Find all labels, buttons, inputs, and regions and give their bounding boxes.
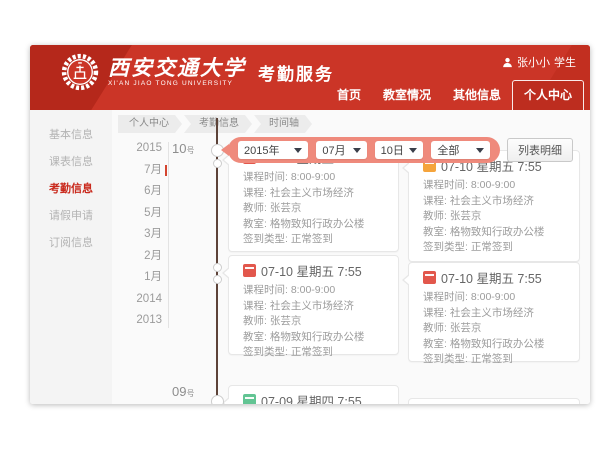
timeline-node <box>211 395 224 404</box>
teacher-field: 教师: 张芸京 <box>243 201 388 217</box>
nav-home[interactable]: 首页 <box>326 81 372 110</box>
year-2014[interactable]: 2014 <box>120 289 162 311</box>
year-2015[interactable]: 2015 <box>120 138 162 160</box>
attendance-card-partial <box>408 398 580 404</box>
user-role: 学生 <box>554 54 576 70</box>
chevron-down-icon <box>353 148 361 157</box>
timeline-node <box>213 159 222 168</box>
course-time-field: 课程时间: 8:00-9:00 <box>423 178 569 194</box>
month-may[interactable]: 5月 <box>120 203 162 225</box>
month-march[interactable]: 3月 <box>120 224 162 246</box>
month-select[interactable]: 07月 <box>316 141 366 159</box>
sidebar-item-attendance-info[interactable]: 考勤信息 <box>30 176 112 203</box>
course-time-field: 课程时间: 8:00-9:00 <box>423 290 569 306</box>
teacher-field: 教师: 张芸京 <box>423 209 569 225</box>
signin-status-icon <box>243 264 256 277</box>
date-filter-bar: 2015年 07月 10日 全部 <box>228 137 500 163</box>
attendance-card: 07-10 星期五 7:55 课程时间: 8:00-9:00 课程: 社会主义市… <box>228 255 399 355</box>
course-field: 课程: 社会主义市场经济 <box>423 306 569 322</box>
year-2013[interactable]: 2013 <box>120 310 162 332</box>
month-june[interactable]: 6月 <box>120 181 162 203</box>
main-area: 个人中心 考勤信息 时间轴 2015 7月 6月 5月 3月 2月 1月 201… <box>112 110 590 404</box>
breadcrumb-personal-center[interactable]: 个人中心 <box>118 115 182 133</box>
attendance-card: 07-10 星期五 7:55 课程时间: 8:00-9:00 课程: 社会主义市… <box>408 262 580 362</box>
room-field: 教室: 格物致知行政办公楼 <box>423 225 569 241</box>
timeline-node <box>213 275 222 284</box>
university-brand: 西安交通大学 XI'AN JIAO TONG UNIVERSITY 考勤服务 <box>60 52 334 92</box>
attendance-card: 07-09 星期四 7:55 课程时间: 8:00-9:00 <box>228 385 399 404</box>
university-name-cn: 西安交通大学 <box>108 57 246 79</box>
sidebar-item-subscription-info[interactable]: 订阅信息 <box>30 230 112 257</box>
sidebar-item-basic-info[interactable]: 基本信息 <box>30 122 112 149</box>
course-field: 课程: 社会主义市场经济 <box>423 194 569 210</box>
card-date: 07-10 星期五 7:55 <box>441 268 542 287</box>
sign-type-field: 签到类型: 正常签到 <box>243 345 388 361</box>
sign-type-field: 签到类型: 正常签到 <box>423 352 569 368</box>
app-title: 考勤服务 <box>258 60 334 85</box>
sign-type-field: 签到类型: 正常签到 <box>423 240 569 256</box>
person-icon <box>502 57 513 68</box>
attendance-card: 07-10 星期五 7:55 课程时间: 8:00-9:00 课程: 社会主义市… <box>408 150 580 262</box>
room-field: 教室: 格物致知行政办公楼 <box>243 217 388 233</box>
day-label-10: 10号 <box>172 141 194 156</box>
timeline-node <box>213 263 222 272</box>
room-field: 教室: 格物致知行政办公楼 <box>243 330 388 346</box>
year-select[interactable]: 2015年 <box>238 141 308 159</box>
room-field: 教室: 格物致知行政办公楼 <box>423 337 569 353</box>
signin-status-icon <box>423 271 436 284</box>
app-window: 西安交通大学 XI'AN JIAO TONG UNIVERSITY 考勤服务 张… <box>30 45 590 404</box>
nav-other-info[interactable]: 其他信息 <box>442 81 512 110</box>
sidebar-item-schedule-info[interactable]: 课表信息 <box>30 149 112 176</box>
nav-classrooms[interactable]: 教室情况 <box>372 81 442 110</box>
sign-type-field: 签到类型: 正常签到 <box>243 232 388 248</box>
user-info[interactable]: 张小小 学生 <box>502 54 576 70</box>
breadcrumb-attendance-info[interactable]: 考勤信息 <box>184 115 252 133</box>
course-field: 课程: 社会主义市场经济 <box>243 299 388 315</box>
teacher-field: 教师: 张芸京 <box>423 321 569 337</box>
nav-personal-center[interactable]: 个人中心 <box>512 80 584 110</box>
course-field: 课程: 社会主义市场经济 <box>243 186 388 202</box>
year-nav-divider <box>168 142 169 328</box>
day-select[interactable]: 10日 <box>375 141 424 159</box>
app-header: 西安交通大学 XI'AN JIAO TONG UNIVERSITY 考勤服务 张… <box>30 45 590 110</box>
month-february[interactable]: 2月 <box>120 246 162 268</box>
card-date: 07-09 星期四 7:55 <box>261 391 362 404</box>
list-detail-button[interactable]: 列表明细 <box>507 138 573 162</box>
user-name: 张小小 <box>517 54 550 70</box>
signin-status-icon <box>243 394 256 404</box>
scope-select[interactable]: 全部 <box>431 141 490 159</box>
chevron-down-icon <box>294 148 302 157</box>
course-time-field: 课程时间: 8:00-9:00 <box>243 170 388 186</box>
sidebar: 基本信息 课表信息 考勤信息 请假申请 订阅信息 <box>30 110 112 404</box>
sidebar-item-leave-request[interactable]: 请假申请 <box>30 203 112 230</box>
content-area: 基本信息 课表信息 考勤信息 请假申请 订阅信息 个人中心 考勤信息 时间轴 2… <box>30 110 590 404</box>
top-nav: 首页 教室情况 其他信息 个人中心 <box>326 80 584 110</box>
month-january[interactable]: 1月 <box>120 267 162 289</box>
card-date: 07-10 星期五 7:55 <box>261 261 362 280</box>
month-july[interactable]: 7月 <box>120 160 162 182</box>
timeline-year-nav: 2015 7月 6月 5月 3月 2月 1月 2014 2013 <box>120 138 162 332</box>
course-time-field: 课程时间: 8:00-9:00 <box>243 283 388 299</box>
chevron-down-icon <box>476 148 484 157</box>
university-name-en: XI'AN JIAO TONG UNIVERSITY <box>108 80 246 87</box>
day-label-09: 09号 <box>172 384 194 399</box>
breadcrumb-timeline[interactable]: 时间轴 <box>254 115 312 133</box>
current-month-marker <box>165 165 167 176</box>
chevron-down-icon <box>409 148 417 157</box>
university-logo-icon <box>60 52 100 92</box>
teacher-field: 教师: 张芸京 <box>243 314 388 330</box>
